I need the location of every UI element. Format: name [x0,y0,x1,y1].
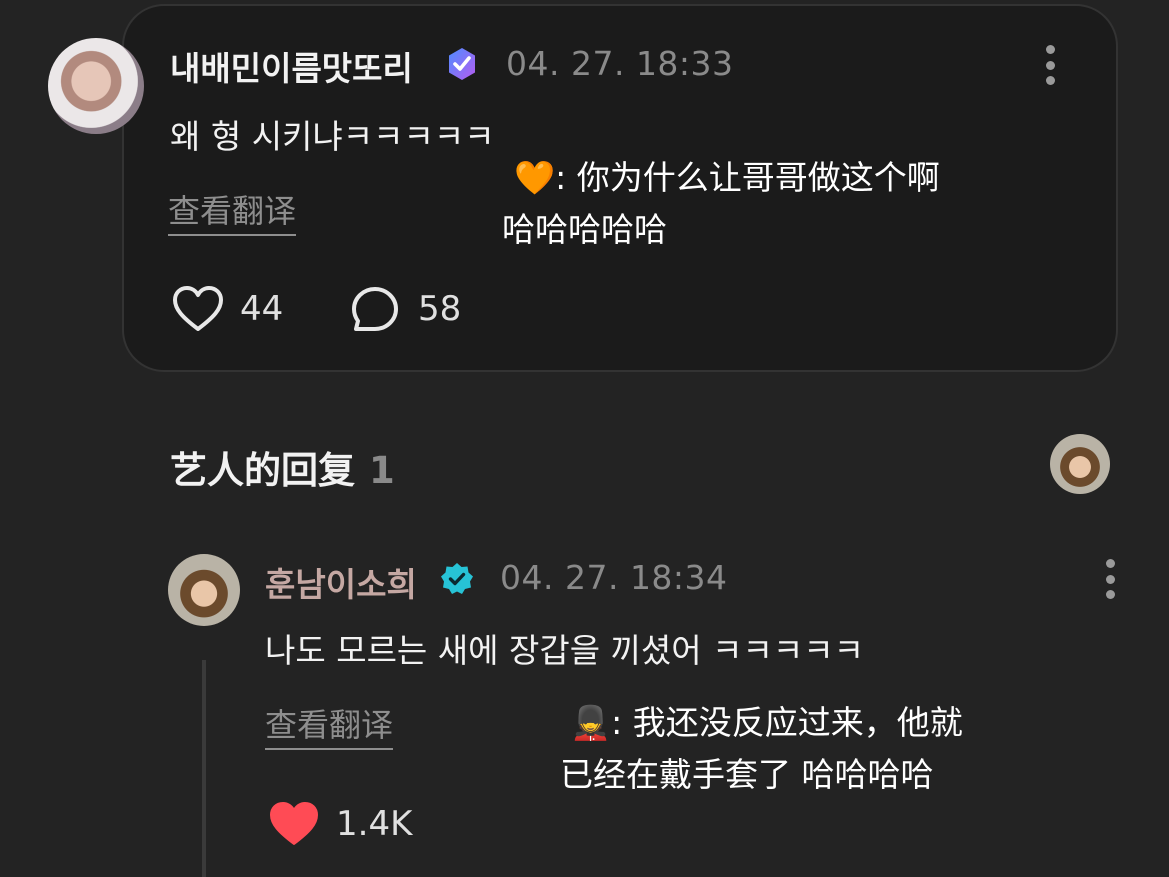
artist-avatar-small[interactable] [1050,434,1110,494]
post-timestamp: 04. 27. 18:33 [506,44,734,83]
reply-author-name[interactable]: 훈남이소희 [265,558,417,606]
post-author-name[interactable]: 내배민이름맛또리 [170,42,413,90]
comment-bubble-icon [352,287,398,331]
reply-translation-text: : 我还没反应过来，他就已经在戴手套了 哈哈哈哈 [560,703,963,794]
reply-text: 나도 모르는 새에 장갑을 끼셨어 ㅋㅋㅋㅋㅋ [265,631,864,670]
artist-replies-count: 1 [369,449,395,492]
post-translate-link[interactable]: 查看翻译 [168,186,297,236]
post-translation-overlay: 🧡: 你为什么让哥哥做这个啊 哈哈哈哈哈 [502,152,942,256]
heart-emoji: 🧡 [514,158,556,197]
verified-badge-icon [449,48,475,80]
heart-filled-icon [270,802,318,845]
guard-emoji: 💂 [570,703,612,742]
reply-like-button[interactable]: 1.4K [268,800,412,848]
post-text: 왜 형 시키냐ㅋㅋㅋㅋㅋ [170,117,495,156]
artist-badge-icon [441,563,473,594]
artist-replies-heading: 艺人的回复 1 [170,440,395,494]
reply-translate-link[interactable]: 查看翻译 [265,700,394,750]
post-translation-text: : 你为什么让哥哥做这个啊 哈哈哈哈哈 [502,158,940,249]
reply-more-icon[interactable] [1105,559,1115,599]
reply-like-count: 1.4K [336,804,413,844]
post-author-avatar[interactable] [48,38,144,134]
reply-author-avatar[interactable] [168,554,240,626]
artist-replies-title: 艺人的回复 [170,449,355,492]
reply-timestamp: 04. 27. 18:34 [500,558,728,597]
post-comment-button[interactable]: 58 [350,285,461,333]
post-like-count: 44 [240,289,284,329]
thread-line [202,660,206,877]
heart-icon [173,286,223,331]
post-more-icon[interactable] [1045,45,1055,85]
reply-translation-overlay: 💂: 我还没反应过来，他就已经在戴手套了 哈哈哈哈 [560,697,980,801]
post-like-button[interactable]: 44 [172,285,283,333]
post-comment-count: 58 [418,289,462,329]
